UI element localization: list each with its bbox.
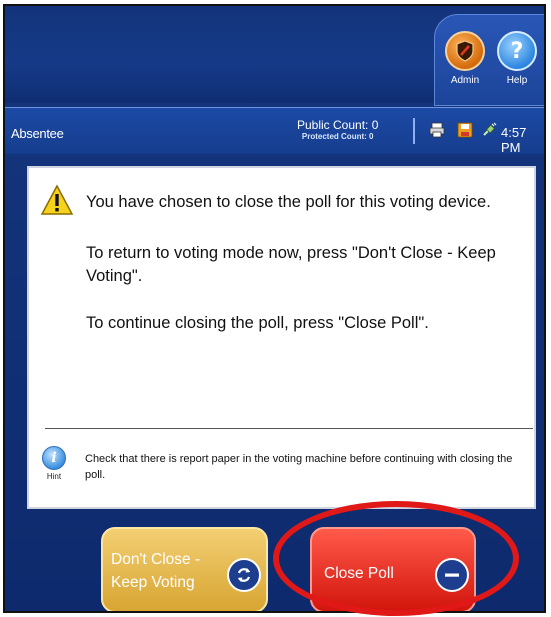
toolbar-panel: Admin ? Help	[434, 14, 544, 106]
hint-text: Check that there is report paper in the …	[85, 453, 513, 481]
hint-label: Hint	[46, 472, 62, 481]
admin-label: Admin	[450, 75, 480, 86]
public-count: Public Count: 0	[297, 118, 379, 132]
print-icon	[429, 122, 445, 138]
help-button[interactable]: ? Help	[493, 31, 541, 86]
dialog-message-close: You have chosen to close the poll for th…	[86, 193, 491, 211]
save-icon	[457, 122, 473, 138]
admin-button[interactable]: Admin	[441, 31, 489, 86]
refresh-icon	[227, 558, 261, 592]
dialog-divider	[45, 428, 533, 429]
ballot-counts: Public Count: 0 Protected Count: 0	[297, 118, 378, 141]
power-plug-icon	[481, 122, 497, 138]
dont-close-keep-voting-button[interactable]: Don't Close - Keep Voting	[101, 527, 268, 611]
hint-block: i Hint	[41, 446, 67, 481]
protected-count: Protected Count: 0	[301, 132, 374, 141]
close-poll-label: Close Poll	[324, 565, 394, 582]
dialog-message-continue: To continue closing the poll, press "Clo…	[86, 314, 429, 332]
dialog-message-return: To return to voting mode now, press "Don…	[86, 244, 496, 285]
help-label: Help	[506, 75, 528, 86]
minus-circle-icon	[435, 558, 469, 592]
close-poll-button[interactable]: Close Poll	[310, 527, 476, 611]
clock-time: 4:57 PM	[501, 125, 527, 155]
status-bar: Absentee Public Count: 0 Protected Count…	[5, 107, 544, 155]
close-poll-dialog: You have chosen to close the poll for th…	[27, 166, 536, 509]
warning-icon	[40, 184, 74, 220]
admin-shield-icon	[445, 31, 485, 71]
voting-screen: Admin ? Help Absentee Public Count: 0 Pr…	[3, 4, 546, 613]
info-icon: i	[42, 446, 66, 470]
keep-voting-label: Don't Close - Keep Voting	[111, 548, 200, 594]
keep-voting-label-line2: Keep Voting	[111, 574, 195, 591]
status-divider	[413, 118, 415, 144]
voting-mode-label: Absentee	[11, 126, 64, 141]
top-header: Admin ? Help	[5, 6, 544, 106]
keep-voting-label-line1: Don't Close -	[111, 551, 201, 568]
help-icon: ?	[497, 31, 537, 71]
